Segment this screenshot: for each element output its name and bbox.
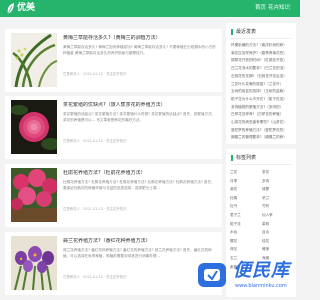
post-thumbnail[interactable] xyxy=(11,236,57,290)
post-title[interactable]: 黄梅兰草能存活多久?（黄梅兰的驯植方法） xyxy=(63,35,218,42)
tag-link[interactable]: 樱花 xyxy=(230,237,262,246)
recent-post-link[interactable]: 玉树的用盆的选择?（玉树的盆栽） xyxy=(231,88,293,96)
nav-flower-knowledge[interactable]: 花卉知识 xyxy=(268,5,290,12)
watermark: 便民库 www.bianminku.com xyxy=(195,259,297,295)
divider xyxy=(231,164,291,165)
tag-link[interactable]: 仙人掌 xyxy=(262,211,294,220)
recent-post-link[interactable]: 蝴蝶兰的管理要求?（蝴蝶兰的养） xyxy=(231,134,293,142)
tag-link[interactable]: 百合 xyxy=(262,228,294,237)
post-meta: 它是养花人 · 2021-01-12 · 关注花卉知识 xyxy=(63,275,127,279)
recent-post-link[interactable]: 石蒜花的花期?（石蒜花开花后怎） xyxy=(231,73,293,81)
post-title[interactable]: 茶花繁殖的优缺点?（旅人蕉茶花的养殖方法） xyxy=(63,102,218,109)
tag-list-heading: 标签列表 xyxy=(231,155,256,161)
tag-link[interactable]: 茉莉 xyxy=(262,220,294,229)
recent-posts-panel: 最近发表 怀梗卧横的方法?（南洋杉树的养） 菊花应怎样养护?（春季养菊花的） 锦… xyxy=(226,23,296,144)
post-meta: 它是养花人 · 2021-01-12 · 关注花卉知识 xyxy=(63,207,127,211)
watermark-logo-icon xyxy=(198,263,226,287)
recent-post-link[interactable]: 曼陀罗的养殖方法?（曼陀罗花的） xyxy=(231,127,293,135)
post-thumbnail[interactable] xyxy=(11,100,57,154)
tag-link[interactable]: 吊兰 xyxy=(262,194,294,203)
recent-post-link[interactable]: 多肉植物的繁殖方法?（多肉的） xyxy=(231,104,293,112)
recent-post-link[interactable]: 山茶花的病虫害有哪些?（山茶花） xyxy=(231,119,293,127)
post-thumbnail[interactable] xyxy=(11,168,57,222)
tag-link[interactable]: 栀子花 xyxy=(230,220,262,229)
tag-link[interactable]: 桂花 xyxy=(262,237,294,246)
watermark-text: 便民库 xyxy=(233,260,290,281)
site-name[interactable]: 优美 xyxy=(17,3,35,14)
divider xyxy=(231,38,291,39)
tag-link[interactable]: 兰花 xyxy=(230,168,262,177)
tag-link[interactable]: 菊花 xyxy=(230,185,262,194)
recent-post-link[interactable]: 锦葵花开放的时间?（红锦花开放） xyxy=(231,57,293,65)
post-excerpt: 茶花繁殖的优缺点? 茶花繁殖方法? 茶花繁殖什么时候? 茶花繁殖的优缺点? 首先… xyxy=(63,112,216,122)
tag-link[interactable]: 君子兰 xyxy=(230,211,262,220)
post-meta: 它是养花人 · 2021-01-12 · 关注花卉知识 xyxy=(63,72,127,76)
recent-post-link[interactable]: 菊花应怎样养护?（春季养菊花的） xyxy=(231,50,293,58)
recent-post-link[interactable]: 白掌花怎样养?（白掌花的养殖） xyxy=(231,111,293,119)
tag-link[interactable]: 荷花 xyxy=(230,245,262,254)
tag-link[interactable]: 睡莲 xyxy=(262,245,294,254)
post-title[interactable]: 杜鹃花养殖方法?（杜鹃花养殖方法） xyxy=(63,170,218,177)
leaf-logo-icon[interactable] xyxy=(6,2,16,15)
tag-link[interactable]: 芍药 xyxy=(262,202,294,211)
tag-grid: 兰花 茶花 月季 多肉 菊花 绿萝 杜鹃 吊兰 牡丹 芍药 君子兰 仙人掌 栀子… xyxy=(230,168,294,271)
recent-posts-list: 怀梗卧横的方法?（南洋杉树的养） 菊花应怎样养护?（春季养菊花的） 锦葵花开放的… xyxy=(231,42,293,142)
tag-link[interactable]: 牡丹 xyxy=(230,202,262,211)
recent-post-link[interactable]: 怀梗卧横的方法?（南洋杉树的养） xyxy=(231,42,293,50)
top-navbar: 优美 首页 花卉知识 xyxy=(0,0,300,17)
recent-post-link[interactable]: 栀子花为什么不开花?（栀子花怎） xyxy=(231,96,293,104)
recent-post-link[interactable]: 白兰花浇水的要求?（白兰花的浇） xyxy=(231,65,293,73)
tag-link[interactable]: 多肉 xyxy=(262,177,294,186)
post-thumbnail[interactable] xyxy=(11,33,57,87)
post-card: 蒜兰花养殖方法?（番红花种养殖方法） 蒜兰花养殖方法? 番红花种养殖方法? 番红… xyxy=(5,232,222,295)
tag-link[interactable]: 月季 xyxy=(230,177,262,186)
post-card: 茶花繁殖的优缺点?（旅人蕉茶花的养殖方法） 茶花繁殖的优缺点? 茶花繁殖方法? … xyxy=(5,96,222,159)
post-title[interactable]: 蒜兰花养殖方法?（番红花种养殖方法） xyxy=(63,238,218,245)
watermark-url: www.bianminku.com xyxy=(235,283,287,289)
tag-link[interactable]: 茶花 xyxy=(262,168,294,177)
post-excerpt: 杜鹃花养殖方法? 杜鹃花养殖方法? 杜鹃花养殖方法? 杜鹃花养殖方法? 杜鹃花养… xyxy=(63,180,215,190)
tag-link[interactable]: 杜鹃 xyxy=(230,194,262,203)
post-excerpt: 黄梅兰草能存活多久? 黄梅兰如何种植成功? 黄梅兰草能存活多久? 不要种植在出现… xyxy=(63,45,216,55)
post-card: 黄梅兰草能存活多久?（黄梅兰的驯植方法） 黄梅兰草能存活多久? 黄梅兰如何种植成… xyxy=(5,29,222,92)
recent-posts-heading: 最近发表 xyxy=(231,29,256,35)
nav-home[interactable]: 首页 xyxy=(255,5,266,12)
recent-post-link[interactable]: 兰花叶片发黄的原因?（兰花叶） xyxy=(231,81,293,89)
post-card: 杜鹃花养殖方法?（杜鹃花养殖方法） 杜鹃花养殖方法? 杜鹃花养殖方法? 杜鹃花养… xyxy=(5,164,222,227)
post-meta: 它是养花人 · 2021-01-12 · 关注花卉知识 xyxy=(63,139,127,143)
tag-link[interactable]: 水仙 xyxy=(230,228,262,237)
tag-link[interactable]: 绿萝 xyxy=(262,185,294,194)
post-excerpt: 蒜兰花养殖方法? 番红花种养殖方法? 番红花的养殖方法? 蒜兰花养殖方法? 首先… xyxy=(63,248,212,258)
